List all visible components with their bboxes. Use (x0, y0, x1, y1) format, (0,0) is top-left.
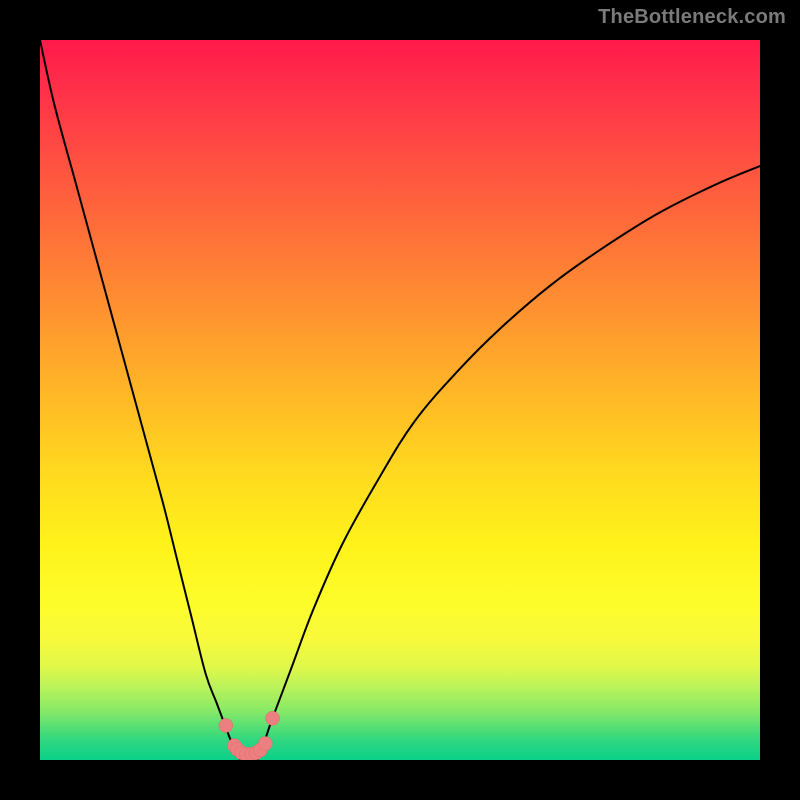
chart-frame: TheBottleneck.com (0, 0, 800, 800)
watermark-text: TheBottleneck.com (598, 6, 786, 29)
data-marker (266, 711, 280, 725)
data-marker (219, 718, 233, 732)
plot-area (40, 40, 760, 760)
data-marker (258, 736, 272, 750)
chart-svg (40, 40, 760, 760)
curve-left-curve (40, 40, 240, 760)
curve-layer (40, 40, 760, 760)
curve-right-curve (257, 166, 760, 760)
